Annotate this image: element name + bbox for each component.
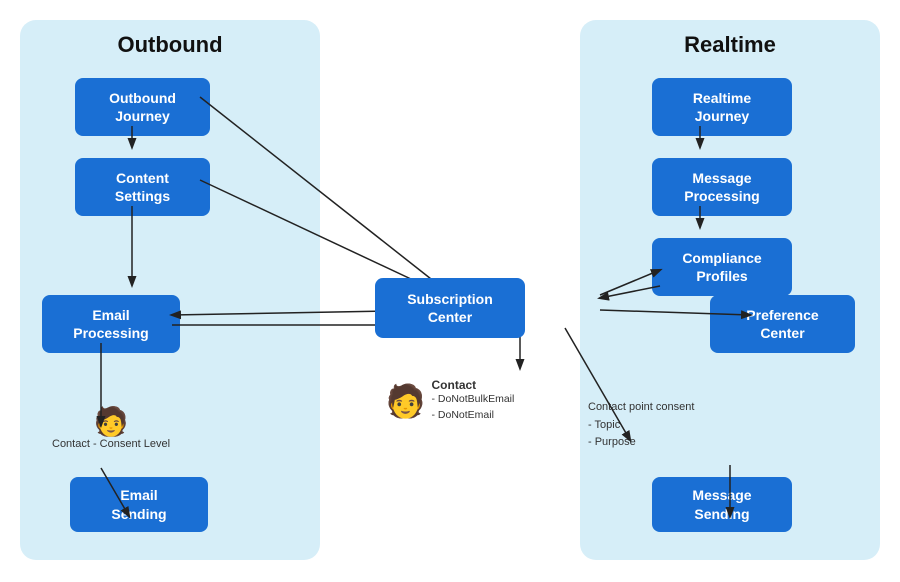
- realtime-section: Realtime Realtime Journey Message Proces…: [580, 20, 880, 560]
- compliance-profiles-box[interactable]: Compliance Profiles: [652, 238, 792, 296]
- realtime-annotation: Contact point consent - Topic - Purpose: [588, 399, 694, 452]
- contact-icon-center: 🧑: [386, 385, 426, 417]
- contact-figure-center: 🧑 Contact - DoNotBulkEmail - DoNotEmail: [386, 378, 515, 424]
- diagram-container: Outbound Outbound Journey Content Settin…: [10, 10, 890, 572]
- contact-center-label: Contact: [431, 378, 514, 392]
- content-settings-box[interactable]: Content Settings: [75, 158, 210, 216]
- outbound-title: Outbound: [20, 32, 320, 58]
- center-area: Subscription Center 🧑 Contact - DoNotBul…: [330, 20, 570, 562]
- contact-figure-outbound: 🧑 Contact - Consent Level: [52, 408, 170, 450]
- contact-fields: - DoNotBulkEmail - DoNotEmail: [431, 392, 514, 424]
- email-processing-box[interactable]: Email Processing: [42, 295, 180, 353]
- realtime-journey-box[interactable]: Realtime Journey: [652, 78, 792, 136]
- email-sending-box[interactable]: Email Sending: [70, 477, 208, 532]
- outbound-section: Outbound Outbound Journey Content Settin…: [20, 20, 320, 560]
- message-processing-box[interactable]: Message Processing: [652, 158, 792, 216]
- outbound-journey-box[interactable]: Outbound Journey: [75, 78, 210, 136]
- message-sending-box[interactable]: Message Sending: [652, 477, 792, 532]
- subscription-center-box[interactable]: Subscription Center: [375, 278, 525, 338]
- contact-icon-outbound: 🧑: [94, 408, 129, 436]
- preference-center-box[interactable]: Preference Center: [710, 295, 855, 353]
- realtime-title: Realtime: [580, 32, 880, 58]
